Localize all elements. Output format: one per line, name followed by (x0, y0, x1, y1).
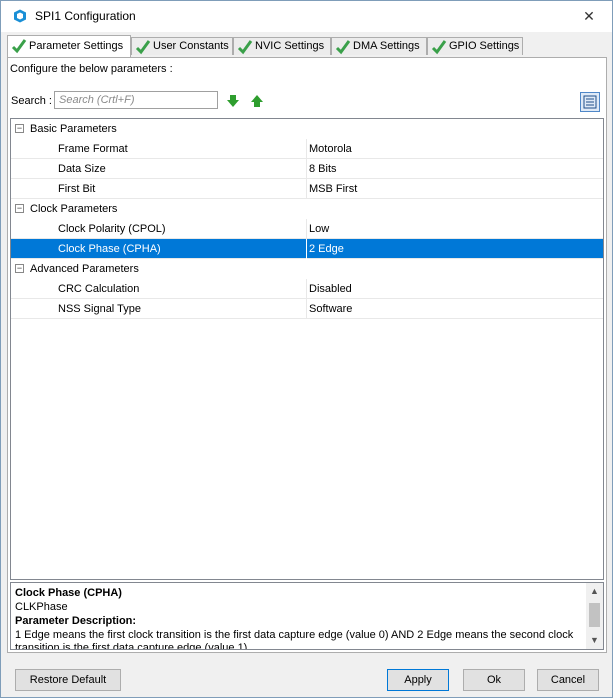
param-row-clock-polarity[interactable]: Clock Polarity (CPOL) Low (11, 219, 603, 239)
checkmark-icon (237, 40, 253, 55)
arrow-up-icon[interactable] (250, 94, 264, 108)
group-title: Clock Parameters (30, 203, 118, 215)
scroll-thumb[interactable] (589, 603, 600, 627)
title-bar: SPI1 Configuration ✕ (1, 1, 612, 32)
description-scrollbar[interactable]: ▲ ▼ (586, 583, 603, 649)
description-text: 1 Edge means the first clock transition … (15, 629, 574, 650)
description-code: CLKPhase (15, 601, 68, 613)
tab-label: User Constants (153, 40, 229, 52)
checkmark-icon (431, 40, 447, 55)
param-row-clock-phase[interactable]: Clock Phase (CPHA) 2 Edge (11, 239, 603, 259)
tab-label: Parameter Settings (29, 40, 124, 52)
window-title: SPI1 Configuration (35, 9, 136, 23)
tab-nvic-settings[interactable]: NVIC Settings (233, 37, 331, 55)
tab-label: GPIO Settings (449, 40, 520, 52)
column-divider (306, 299, 307, 319)
search-input[interactable] (54, 91, 218, 109)
param-value[interactable]: MSB First (309, 179, 357, 199)
close-icon[interactable]: ✕ (566, 1, 612, 32)
list-view-icon (583, 95, 597, 109)
column-divider (306, 219, 307, 239)
tab-dma-settings[interactable]: DMA Settings (331, 37, 427, 55)
collapse-icon[interactable]: − (15, 204, 24, 213)
column-divider (306, 239, 307, 259)
parameter-grid: − Basic Parameters Frame Format Motorola… (10, 118, 604, 580)
restore-default-button[interactable]: Restore Default (15, 669, 121, 691)
collapse-icon[interactable]: − (15, 124, 24, 133)
search-label: Search : (11, 95, 52, 107)
configuration-dialog: SPI1 Configuration ✕ Parameter Settings … (0, 0, 613, 698)
description-heading: Parameter Description: (15, 615, 137, 627)
param-value[interactable]: Software (309, 299, 352, 319)
ok-button[interactable]: Ok (463, 669, 525, 691)
scroll-down-icon[interactable]: ▼ (586, 632, 603, 649)
arrow-down-icon[interactable] (226, 94, 240, 108)
param-row-frame-format[interactable]: Frame Format Motorola (11, 139, 603, 159)
column-divider (306, 139, 307, 159)
param-row-nss-signal-type[interactable]: NSS Signal Type Software (11, 299, 603, 319)
apply-button[interactable]: Apply (387, 669, 449, 691)
configure-label: Configure the below parameters : (10, 63, 173, 75)
checkmark-icon (11, 39, 27, 54)
param-name: NSS Signal Type (58, 303, 141, 315)
tab-user-constants[interactable]: User Constants (131, 37, 233, 55)
column-divider (306, 179, 307, 199)
param-value[interactable]: Disabled (309, 279, 352, 299)
tab-strip: Parameter Settings User Constants NVIC S… (7, 35, 607, 57)
cube-icon (14, 9, 26, 23)
scroll-up-icon[interactable]: ▲ (586, 583, 603, 600)
description-panel: Clock Phase (CPHA) CLKPhase Parameter De… (10, 582, 604, 650)
param-name: Data Size (58, 163, 106, 175)
group-title: Basic Parameters (30, 123, 117, 135)
tab-label: DMA Settings (353, 40, 420, 52)
cancel-button[interactable]: Cancel (537, 669, 599, 691)
checkmark-icon (335, 40, 351, 55)
collapse-icon[interactable]: − (15, 264, 24, 273)
group-clock-parameters[interactable]: − Clock Parameters (11, 199, 603, 219)
param-name: Frame Format (58, 143, 128, 155)
param-row-data-size[interactable]: Data Size 8 Bits (11, 159, 603, 179)
group-title: Advanced Parameters (30, 263, 139, 275)
param-row-first-bit[interactable]: First Bit MSB First (11, 179, 603, 199)
param-value[interactable]: Low (309, 219, 329, 239)
tab-label: NVIC Settings (255, 40, 325, 52)
tab-parameter-settings[interactable]: Parameter Settings (7, 35, 131, 57)
description-title: Clock Phase (CPHA) (15, 587, 122, 599)
param-value[interactable]: 8 Bits (309, 159, 337, 179)
group-advanced-parameters[interactable]: − Advanced Parameters (11, 259, 603, 279)
list-view-button[interactable] (580, 92, 600, 112)
param-name: Clock Polarity (CPOL) (58, 223, 166, 235)
tab-panel: Configure the below parameters : Search … (7, 57, 607, 653)
param-name: First Bit (58, 183, 96, 195)
group-basic-parameters[interactable]: − Basic Parameters (11, 119, 603, 139)
param-value[interactable]: Motorola (309, 139, 352, 159)
param-row-crc-calculation[interactable]: CRC Calculation Disabled (11, 279, 603, 299)
param-name: CRC Calculation (58, 283, 140, 295)
column-divider (306, 159, 307, 179)
param-name: Clock Phase (CPHA) (58, 243, 161, 255)
param-value[interactable]: 2 Edge (309, 239, 344, 259)
tab-gpio-settings[interactable]: GPIO Settings (427, 37, 523, 55)
column-divider (306, 279, 307, 299)
checkmark-icon (135, 40, 151, 55)
